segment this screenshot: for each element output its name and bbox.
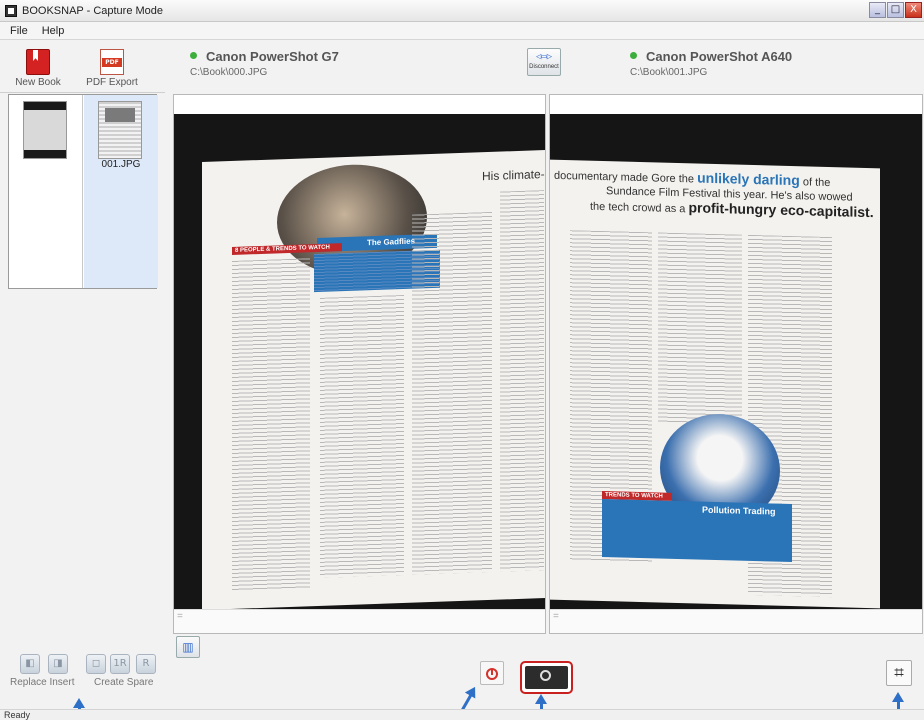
thumbnail-image	[98, 101, 142, 159]
thumbnail-001[interactable]: 001.JPG	[84, 95, 158, 288]
left-preview-footer: =	[174, 609, 545, 633]
text-column	[500, 190, 544, 572]
new-book-button[interactable]: New Book	[8, 49, 68, 88]
connected-indicator-icon	[630, 52, 637, 59]
headline-part: the tech crowd as a	[590, 200, 686, 216]
app-icon	[5, 4, 17, 17]
plug-icon: ◁▭▷	[535, 52, 553, 62]
crop-button[interactable]: ⌗	[886, 660, 912, 686]
menu-file[interactable]: File	[3, 25, 35, 37]
pollution-trading-title: Pollution Trading	[602, 499, 792, 563]
left-page: His climate-cr The Gadflies 8 PEOPLE & T…	[202, 149, 545, 610]
camera-icon	[525, 666, 568, 689]
left-preview-panel[interactable]: His climate-cr The Gadflies 8 PEOPLE & T…	[173, 94, 546, 634]
footer-marker: =	[177, 611, 183, 622]
left-headline: His climate-cr	[482, 166, 545, 184]
pdf-export-label: PDF Export	[86, 77, 138, 88]
menu-help[interactable]: Help	[35, 25, 72, 37]
text-column	[320, 294, 404, 578]
right-camera-path: C:\Book\001.JPG	[630, 67, 708, 78]
disconnect-button[interactable]: ◁▭▷ Disconnect	[527, 48, 561, 76]
status-bar: Ready	[0, 709, 924, 720]
thumbnail-image	[23, 101, 67, 159]
maximize-button[interactable]: □	[887, 2, 904, 18]
thumbnail-000[interactable]	[9, 95, 83, 288]
text-column	[658, 232, 742, 425]
window-controls: _ □ X	[869, 2, 922, 18]
status-text: Ready	[4, 710, 31, 720]
left-toolbar: New Book PDF PDF Export	[0, 41, 165, 93]
spare-both-button[interactable]: 1R	[110, 654, 130, 674]
title-bar: BOOKSNAP - Capture Mode _ □ X	[0, 0, 924, 22]
timer-button[interactable]	[480, 661, 504, 685]
grid-toggle-button[interactable]: ▥	[176, 636, 200, 658]
right-page: documentary made Gore the unlikely darli…	[550, 159, 880, 609]
disconnect-label: Disconnect	[529, 64, 559, 70]
headline-emphasis: unlikely darling	[697, 169, 800, 189]
headline-part: of the	[802, 176, 831, 190]
new-book-label: New Book	[15, 77, 61, 88]
right-preview-footer: =	[550, 609, 922, 633]
replace-insert-label: Replace Insert	[10, 677, 75, 688]
text-column	[232, 258, 310, 591]
thumbnail-panel: 001.JPG	[8, 94, 158, 289]
connected-indicator-icon	[190, 52, 197, 59]
window-title: BOOKSNAP - Capture Mode	[22, 4, 164, 17]
pdf-icon: PDF	[100, 49, 124, 75]
left-preview-image: His climate-cr The Gadflies 8 PEOPLE & T…	[174, 114, 545, 610]
menu-bar: File Help	[0, 22, 924, 40]
left-camera-name: Canon PowerShot G7	[206, 49, 339, 64]
right-camera-name: Canon PowerShot A640	[646, 49, 793, 64]
book-icon	[26, 49, 50, 75]
spare-right-button[interactable]: R	[136, 654, 156, 674]
pdf-export-button[interactable]: PDF PDF Export	[82, 49, 142, 88]
annotation-arrow	[461, 693, 473, 711]
headline-part: documentary made Gore the	[554, 169, 695, 186]
capture-button[interactable]	[520, 661, 573, 694]
text-column	[412, 211, 492, 575]
pdf-badge: PDF	[102, 58, 122, 67]
minimize-button[interactable]: _	[869, 2, 886, 18]
footer-marker: =	[553, 611, 559, 622]
create-spare-label: Create Spare	[94, 677, 154, 688]
left-camera-path: C:\Book\000.JPG	[190, 67, 268, 78]
right-preview-panel[interactable]: documentary made Gore the unlikely darli…	[549, 94, 923, 634]
thumbnail-label: 001.JPG	[101, 159, 141, 170]
right-headline-3: the tech crowd as a profit-hungry eco-ca…	[590, 199, 874, 221]
close-button[interactable]: X	[905, 2, 922, 18]
right-preview-image: documentary made Gore the unlikely darli…	[550, 114, 922, 610]
bottom-left-controls: ◧ ◨ ◻ 1R R Replace Insert Create Spare	[0, 650, 165, 696]
insert-button[interactable]: ◨	[48, 654, 68, 674]
spare-left-button[interactable]: ◻	[86, 654, 106, 674]
replace-button[interactable]: ◧	[20, 654, 40, 674]
